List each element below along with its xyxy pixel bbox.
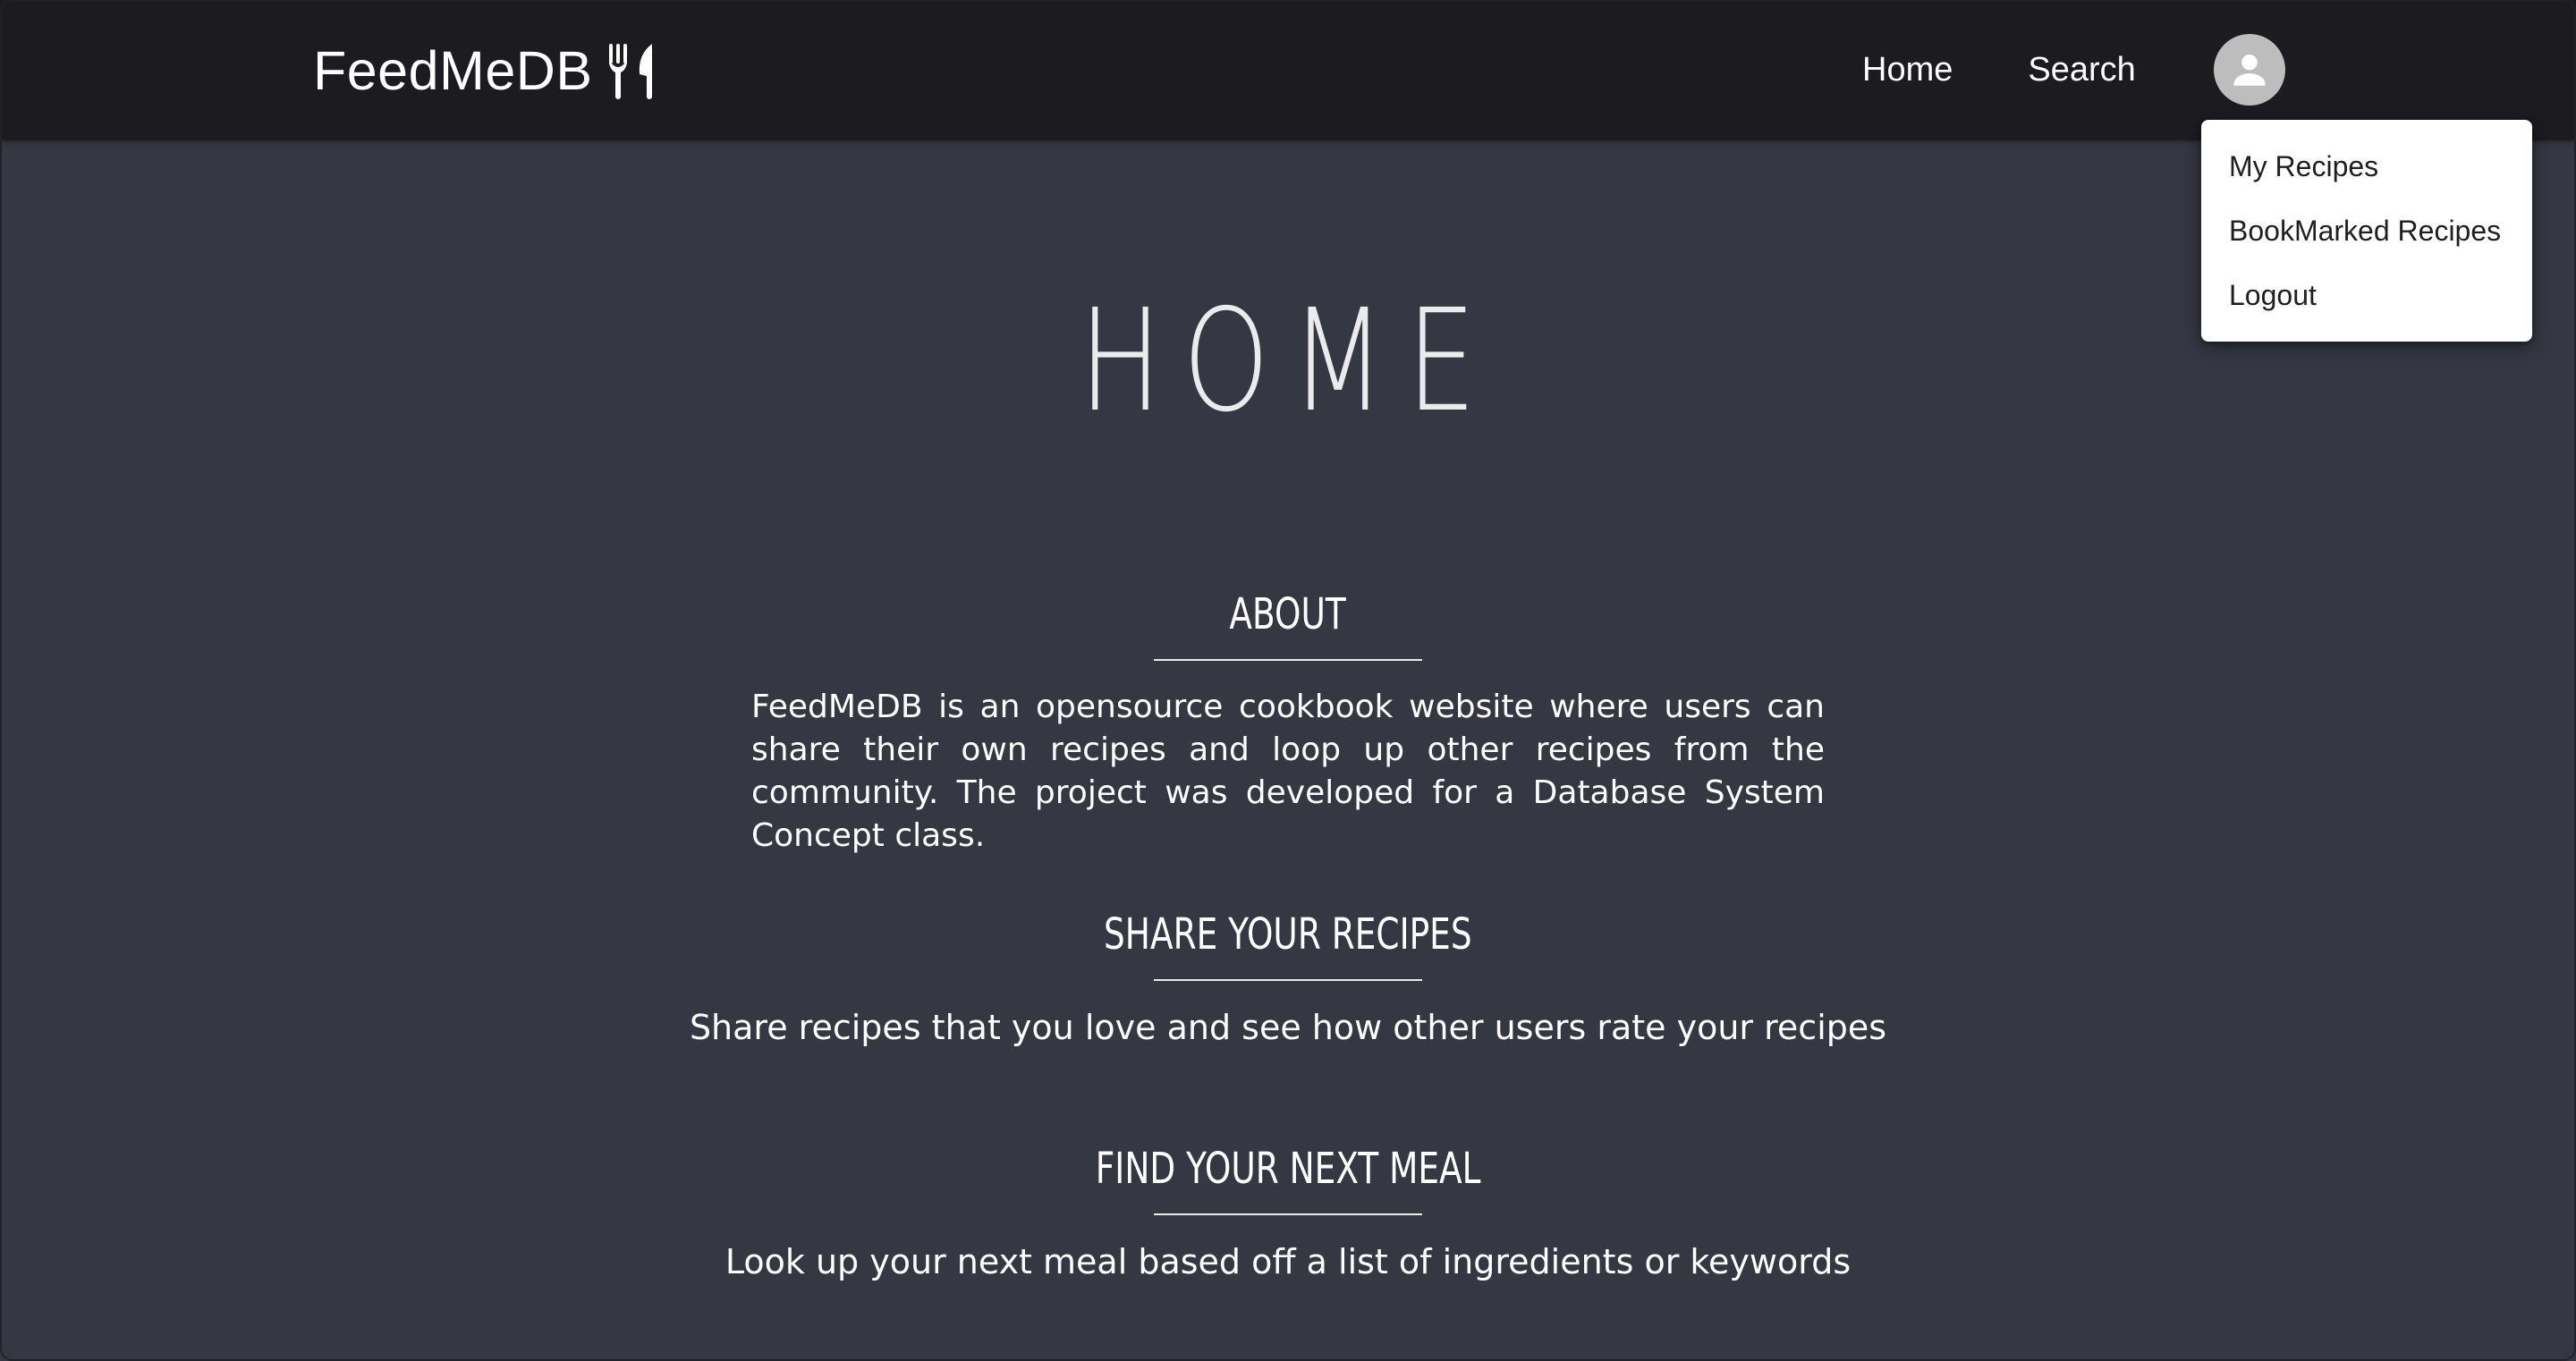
brand-link[interactable]: FeedMeDB xyxy=(313,0,659,140)
page-title: HOME xyxy=(1079,279,1497,444)
share-heading: SHARE YOUR RECIPES xyxy=(1104,909,1472,959)
find-meal-text: Look up your next meal based off a list … xyxy=(724,1242,1852,1281)
share-divider xyxy=(1154,979,1422,981)
share-text: Share recipes that you love and see how … xyxy=(689,1008,1887,1047)
menu-item-my-recipes[interactable]: My Recipes xyxy=(2201,134,2532,199)
utensils-icon xyxy=(608,43,652,99)
nav-links: Home Search xyxy=(1843,0,2156,140)
find-meal-heading: FIND YOUR NEXT MEAL xyxy=(1095,1144,1481,1194)
user-avatar-button[interactable] xyxy=(2214,34,2285,106)
brand-name: FeedMeDB xyxy=(313,39,593,101)
top-navbar: FeedMeDB Home Search xyxy=(0,0,2576,140)
nav-home-link[interactable]: Home xyxy=(1843,42,1972,98)
find-meal-divider xyxy=(1154,1213,1422,1215)
about-heading: ABOUT xyxy=(1229,589,1347,639)
about-divider xyxy=(1154,659,1422,661)
about-text: FeedMeDB is an opensource cookbook websi… xyxy=(751,689,1825,854)
person-icon xyxy=(2233,54,2266,86)
nav-search-link[interactable]: Search xyxy=(2008,42,2155,98)
find-meal-section: FIND YOUR NEXT MEAL Look up your next me… xyxy=(0,1147,2576,1283)
menu-item-bookmarked-recipes[interactable]: BookMarked Recipes xyxy=(2201,199,2532,263)
share-section: SHARE YOUR RECIPES Share recipes that yo… xyxy=(0,913,2576,1049)
about-section: ABOUT FeedMeDB is an opensource cookbook… xyxy=(0,593,2576,858)
